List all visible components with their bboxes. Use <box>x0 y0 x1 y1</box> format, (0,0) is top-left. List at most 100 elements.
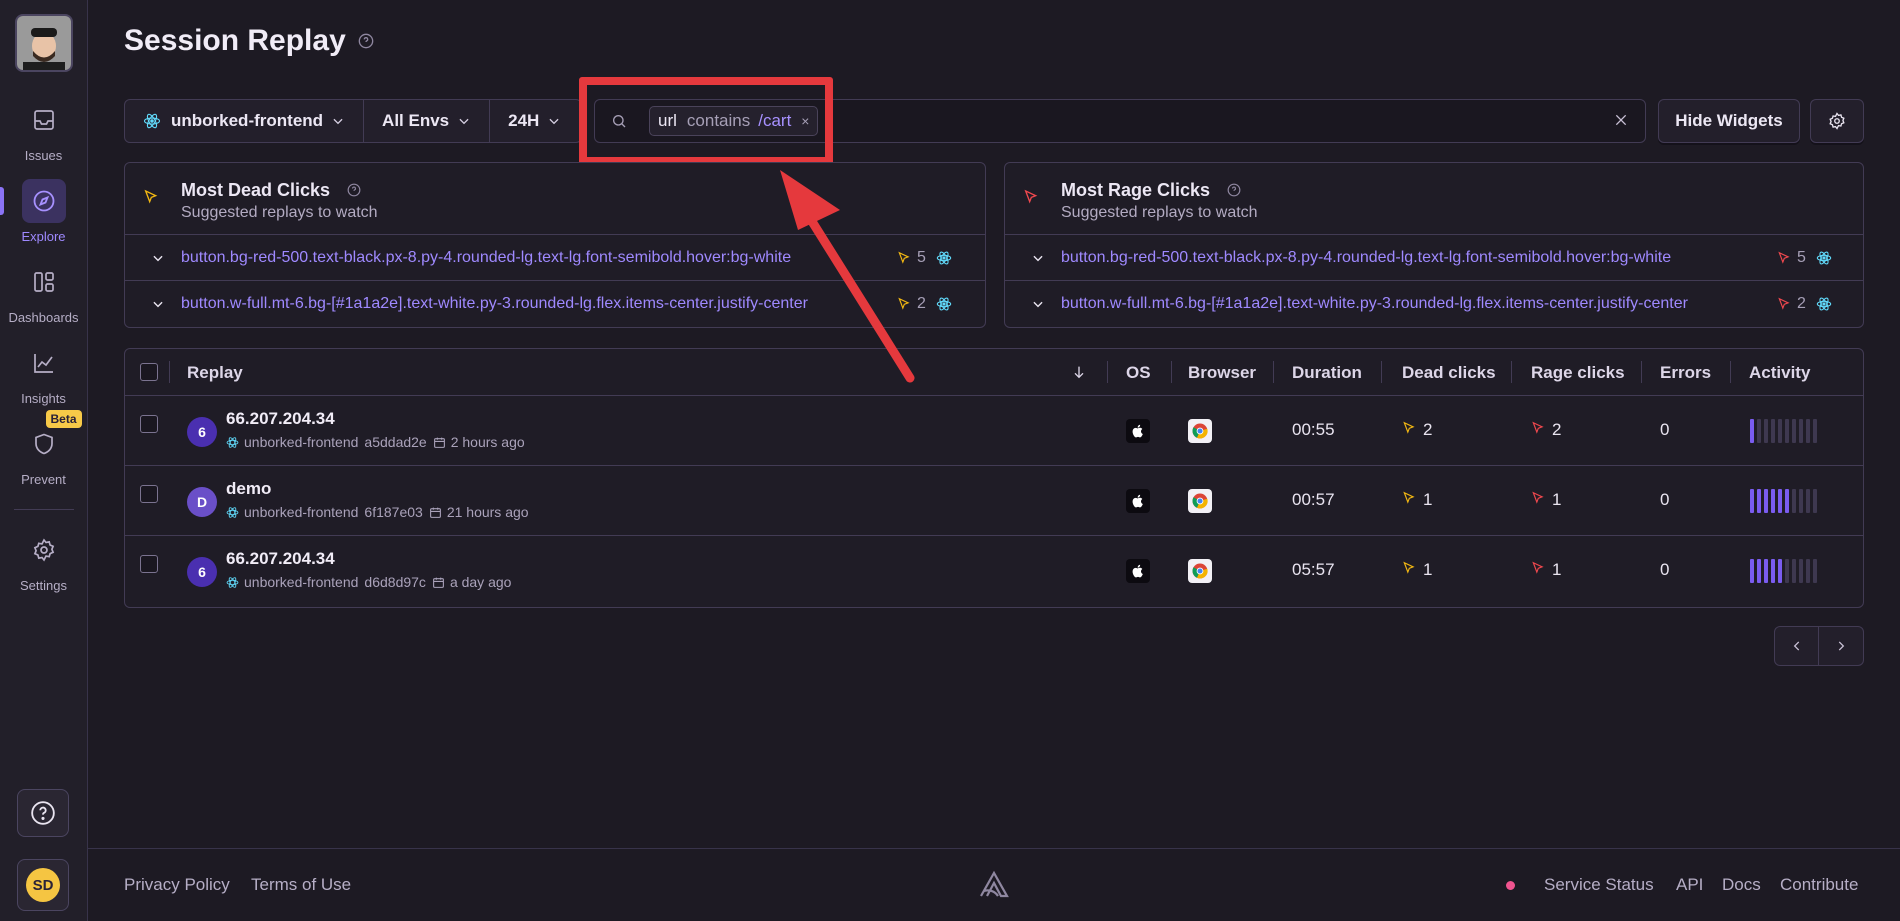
sidebar-item-prevent[interactable]: Beta Prevent <box>0 410 88 487</box>
project-selector[interactable]: unborked-frontend <box>125 100 365 142</box>
column-header-errors[interactable]: Errors <box>1660 363 1711 383</box>
settings-button[interactable] <box>1810 99 1864 143</box>
sidebar-item-label: Insights <box>21 391 66 406</box>
column-header-dead-clicks[interactable]: Dead clicks <box>1402 363 1496 383</box>
react-icon <box>226 436 239 448</box>
rage-clicks-count: 1 <box>1552 490 1562 509</box>
react-icon <box>226 506 239 518</box>
table-row[interactable]: D demo unborked-frontend 6f187e03 21 hou… <box>125 466 1863 536</box>
column-header-activity[interactable]: Activity <box>1749 363 1810 383</box>
gear-icon <box>22 528 66 572</box>
sidebar-item-explore[interactable]: Explore <box>0 179 88 244</box>
sidebar: Issues Explore Dashboards Insights Beta … <box>0 0 88 921</box>
react-icon <box>143 113 161 129</box>
selector-link[interactable]: button.w-full.mt-6.bg-[#1a1a2e].text-whi… <box>181 295 887 313</box>
sidebar-item-label: Dashboards <box>8 310 79 325</box>
sidebar-item-dashboards[interactable]: Dashboards <box>0 260 88 325</box>
react-icon <box>1816 297 1832 311</box>
table-row[interactable]: 6 66.207.204.34 unborked-frontend a5ddad… <box>125 396 1863 466</box>
selector-link[interactable]: button.bg-red-500.text-black.px-8.py-4.r… <box>181 249 887 267</box>
chevron-down-icon[interactable] <box>1031 251 1045 265</box>
dead-click-icon <box>143 189 159 210</box>
chevron-down-icon[interactable] <box>151 297 165 311</box>
row-checkbox[interactable] <box>140 485 158 503</box>
hide-widgets-button[interactable]: Hide Widgets <box>1658 99 1800 143</box>
dead-click-icon <box>1403 561 1415 574</box>
list-item[interactable]: button.w-full.mt-6.bg-[#1a1a2e].text-whi… <box>125 281 985 327</box>
help-circle-icon[interactable] <box>1227 183 1241 202</box>
activity-segment <box>1792 419 1796 443</box>
list-item[interactable]: button.w-full.mt-6.bg-[#1a1a2e].text-whi… <box>1005 281 1863 327</box>
activity-segment <box>1750 489 1754 513</box>
sidebar-item-issues[interactable]: Issues <box>0 98 88 163</box>
activity-segment <box>1778 559 1782 583</box>
select-all-checkbox[interactable] <box>140 363 158 381</box>
list-item[interactable]: button.bg-red-500.text-black.px-8.py-4.r… <box>1005 235 1863 281</box>
dead-clicks-cell: 2 <box>1402 420 1432 440</box>
replay-name[interactable]: 66.207.204.34 <box>226 549 335 569</box>
date-label: 24H <box>508 111 540 130</box>
react-icon <box>936 251 952 264</box>
activity-segment <box>1785 419 1789 443</box>
compass-icon <box>21 179 66 223</box>
rage-clicks-count: 1 <box>1552 560 1562 579</box>
project-label: unborked-frontend <box>171 111 324 130</box>
rage-clicks-cell: 2 <box>1531 420 1561 440</box>
sidebar-divider <box>13 509 74 510</box>
next-page-button[interactable] <box>1819 627 1863 665</box>
chevron-down-icon[interactable] <box>151 251 165 265</box>
table-row[interactable]: 6 66.207.204.34 unborked-frontend d6d8d9… <box>125 536 1863 606</box>
activity-segment <box>1750 559 1754 583</box>
user-menu-button[interactable]: SD <box>17 859 69 911</box>
row-checkbox[interactable] <box>140 415 158 433</box>
react-icon <box>936 297 952 311</box>
sidebar-item-settings[interactable]: Settings <box>0 528 88 593</box>
selector-link[interactable]: button.bg-red-500.text-black.px-8.py-4.r… <box>1061 249 1767 267</box>
column-divider <box>1511 361 1512 383</box>
apple-icon <box>1126 559 1150 583</box>
privacy-policy-link[interactable]: Privacy Policy <box>124 875 230 895</box>
activity-segment <box>1750 419 1754 443</box>
sidebar-item-insights[interactable]: Insights <box>0 341 88 406</box>
date-selector[interactable]: 24H <box>490 100 579 142</box>
help-circle-icon[interactable] <box>347 183 361 202</box>
status-indicator <box>1506 881 1515 890</box>
rage-click-icon <box>1023 189 1039 210</box>
column-header-rage-clicks[interactable]: Rage clicks <box>1531 363 1625 383</box>
terms-of-use-link[interactable]: Terms of Use <box>251 875 351 895</box>
chevron-down-icon[interactable] <box>1031 297 1045 311</box>
sort-arrow-down-icon[interactable] <box>1071 364 1087 385</box>
column-header-duration[interactable]: Duration <box>1292 363 1362 383</box>
env-selector[interactable]: All Envs <box>364 100 491 142</box>
docs-link[interactable]: Docs <box>1722 875 1761 895</box>
dead-clicks-widget: Most Dead Clicks Suggested replays to wa… <box>124 162 986 328</box>
selector-link[interactable]: button.w-full.mt-6.bg-[#1a1a2e].text-whi… <box>1061 295 1767 313</box>
sentry-logo-icon[interactable] <box>978 869 1010 904</box>
chrome-icon <box>1188 559 1212 583</box>
list-item[interactable]: button.bg-red-500.text-black.px-8.py-4.r… <box>125 235 985 281</box>
column-header-replay[interactable]: Replay <box>187 363 243 383</box>
org-avatar[interactable] <box>14 14 73 72</box>
column-divider <box>1273 361 1274 383</box>
chevron-down-icon <box>549 118 559 125</box>
replay-name[interactable]: 66.207.204.34 <box>226 409 335 429</box>
widget-header: Most Dead Clicks Suggested replays to wa… <box>125 163 985 235</box>
click-count: 2 <box>1797 295 1806 312</box>
replay-time: a day ago <box>449 574 512 590</box>
dead-click-icon <box>898 297 910 310</box>
contribute-link[interactable]: Contribute <box>1780 875 1858 895</box>
prev-page-button[interactable] <box>1775 627 1820 665</box>
clear-search-icon[interactable] <box>1613 112 1629 133</box>
replay-name[interactable]: demo <box>226 479 271 499</box>
apple-icon <box>1126 419 1150 443</box>
help-circle-icon[interactable] <box>358 33 374 54</box>
calendar-icon <box>433 577 444 588</box>
api-link[interactable]: API <box>1676 875 1703 895</box>
dead-clicks-cell: 1 <box>1402 560 1432 580</box>
service-status-link[interactable]: Service Status <box>1544 875 1654 895</box>
widget-header: Most Rage Clicks Suggested replays to wa… <box>1005 163 1863 235</box>
help-button[interactable] <box>17 789 69 837</box>
column-divider <box>1107 361 1108 383</box>
row-checkbox[interactable] <box>140 555 158 573</box>
widget-title: Most Dead Clicks <box>181 180 331 200</box>
